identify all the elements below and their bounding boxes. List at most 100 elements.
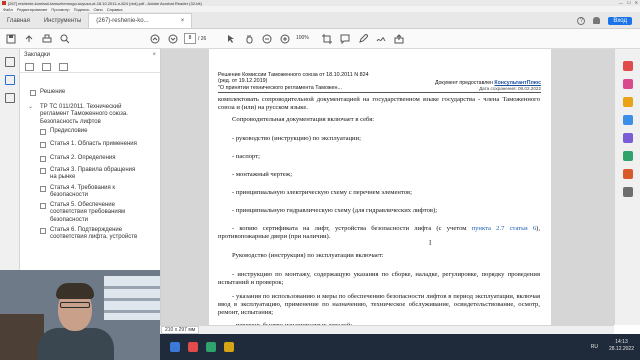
bookmark-label: ТР ТС 011/2011. Технический регламент Та…: [40, 104, 128, 125]
search-icon[interactable]: [60, 34, 70, 44]
page-dimensions: 210 x 297 мм: [161, 326, 200, 334]
bookmark-item[interactable]: Статья 1. Область применения: [40, 141, 150, 148]
tab-home[interactable]: Главная: [0, 13, 37, 28]
document-header-left: Решение Комиссии Таможенного союза от 18…: [218, 72, 378, 91]
bookmark-label: Статья 3. Правила обращения на рынке: [50, 167, 136, 181]
bookmark-icon: [40, 168, 46, 174]
sign-in-button[interactable]: Вход: [608, 16, 632, 25]
paragraph: - копию сертификата на лифт, устройства …: [218, 225, 540, 241]
paragraph: - паспорт;: [232, 153, 260, 160]
combine-files-icon[interactable]: [623, 133, 633, 143]
bookmark-item[interactable]: Статья 5. Обеспечение соответствия требо…: [40, 202, 148, 224]
header-divider: [218, 92, 541, 93]
bookmark-item[interactable]: Статья 3. Правила обращения на рынке: [40, 167, 136, 182]
menu-sign[interactable]: Подпись: [74, 7, 90, 12]
menu-edit[interactable]: Редактирование: [17, 7, 47, 12]
tab-tools[interactable]: Инструменты: [37, 13, 88, 28]
expand-all-icon[interactable]: [25, 62, 34, 71]
fill-sign-icon[interactable]: [623, 169, 633, 179]
close-window-button[interactable]: ✕: [635, 0, 638, 5]
document-viewport[interactable]: Решение Комиссии Таможенного союза от 18…: [161, 49, 614, 334]
bookmark-item[interactable]: ⌄ ТР ТС 011/2011. Технический регламент Т…: [28, 104, 150, 126]
document-header-right: Документ предоставлен КонсультантПлюс Да…: [435, 80, 541, 92]
pages-panel-icon[interactable]: [5, 57, 15, 67]
comment-tool-icon[interactable]: [623, 115, 633, 125]
bookmark-item[interactable]: Статья 2. Определения: [40, 155, 150, 162]
bookmark-item[interactable]: Статья 4. Требования к безопасности: [40, 185, 136, 200]
hand-icon[interactable]: [244, 34, 254, 44]
right-tools-strip: [614, 49, 640, 325]
menu-view[interactable]: Просмотр: [51, 7, 69, 12]
sign-icon[interactable]: [376, 34, 386, 44]
paragraph-text: - копию сертификата на лифт, устройства …: [232, 225, 472, 232]
bookmark-item[interactable]: Статья 6. Подтверждение соответствия лиф…: [40, 227, 152, 242]
print-icon[interactable]: [42, 34, 52, 44]
zoom-out-icon[interactable]: [262, 34, 272, 44]
bookmark-icon: [40, 186, 46, 192]
pdf-page: Решение Комиссии Таможенного союза от 18…: [209, 49, 551, 334]
webcam-window: [104, 276, 160, 320]
export-pdf-icon[interactable]: [623, 61, 633, 71]
bookmark-item[interactable]: Решение: [30, 89, 150, 96]
help-icon[interactable]: ?: [577, 16, 586, 25]
menu-file[interactable]: Файл: [3, 7, 13, 12]
crop-icon[interactable]: [322, 34, 332, 44]
file-explorer-icon[interactable]: [170, 342, 180, 352]
page-down-icon[interactable]: [168, 34, 178, 44]
menu-help[interactable]: Справка: [107, 7, 123, 12]
bookmark-label: Статья 1. Область применения: [50, 141, 137, 147]
language-indicator[interactable]: RU: [591, 344, 598, 351]
paragraph: Руководство (инструкция) по эксплуатации…: [232, 252, 384, 259]
share-icon[interactable]: [394, 34, 404, 44]
zoom-in-icon[interactable]: [280, 34, 290, 44]
delete-bookmark-icon[interactable]: [42, 62, 51, 71]
bookmark-icon: [40, 142, 46, 148]
bookmark-panel-icon[interactable]: [5, 75, 15, 85]
presenter-body: [38, 328, 114, 360]
clock-time: 14:13: [615, 339, 628, 345]
more-tools-icon[interactable]: [623, 187, 633, 197]
article-link[interactable]: пункта 2.7 статьи 6: [472, 225, 537, 232]
acrobat-taskbar-icon[interactable]: [188, 342, 198, 352]
paragraph: - руководство (инструкцию) по эксплуатац…: [232, 135, 361, 142]
bookmarks-title: Закладки: [24, 52, 50, 58]
new-bookmark-icon[interactable]: [59, 62, 68, 71]
bookmark-label: Решение: [40, 89, 66, 95]
bookmark-icon: [30, 90, 36, 96]
browser-icon[interactable]: [206, 342, 216, 352]
tab-close-button[interactable]: ×: [181, 18, 185, 24]
attachments-panel-icon[interactable]: [5, 93, 15, 103]
comment-icon[interactable]: [340, 34, 350, 44]
page-number-input[interactable]: 8: [184, 33, 196, 44]
bookmark-icon: [40, 228, 46, 234]
text-cursor-icon: I: [429, 239, 432, 247]
bell-icon[interactable]: [593, 17, 601, 24]
cursor-icon[interactable]: [226, 34, 236, 44]
upload-icon[interactable]: [24, 34, 34, 44]
acrobat-icon: [2, 1, 6, 5]
menu-window[interactable]: Окно: [93, 7, 102, 12]
system-tray[interactable]: RU 14:13 28.12.2022: [591, 339, 634, 353]
zoom-level[interactable]: 100%: [296, 33, 318, 44]
pen-icon[interactable]: [358, 34, 368, 44]
minimize-button[interactable]: —: [619, 0, 623, 5]
tab-document[interactable]: (267)-reshenie-ko... ×: [88, 13, 193, 28]
bookmark-item[interactable]: Предисловие: [40, 128, 150, 135]
header-line: "О принятии технического регламента Тамо…: [218, 84, 342, 91]
save-icon[interactable]: [6, 34, 16, 44]
toolbar: 8 / 26 100%: [0, 29, 640, 49]
maximize-button[interactable]: ☐: [627, 0, 631, 5]
organize-pages-icon[interactable]: [623, 151, 633, 161]
bookmarks-close-button[interactable]: ×: [152, 52, 156, 58]
page-up-icon[interactable]: [150, 34, 160, 44]
create-pdf-icon[interactable]: [623, 97, 633, 107]
folder-icon[interactable]: [224, 342, 234, 352]
chevron-down-icon[interactable]: ⌄: [28, 104, 33, 111]
bookmark-label: Статья 6. Подтверждение соответствия лиф…: [50, 227, 138, 241]
bookmarks-header: Закладки ×: [20, 49, 160, 61]
bookmark-icon: [40, 156, 46, 162]
bookmark-label: Предисловие: [50, 128, 88, 134]
edit-pdf-icon[interactable]: [623, 79, 633, 89]
tab-bar: Главная Инструменты (267)-reshenie-ko...…: [0, 12, 640, 29]
page-count: / 26: [198, 36, 207, 42]
